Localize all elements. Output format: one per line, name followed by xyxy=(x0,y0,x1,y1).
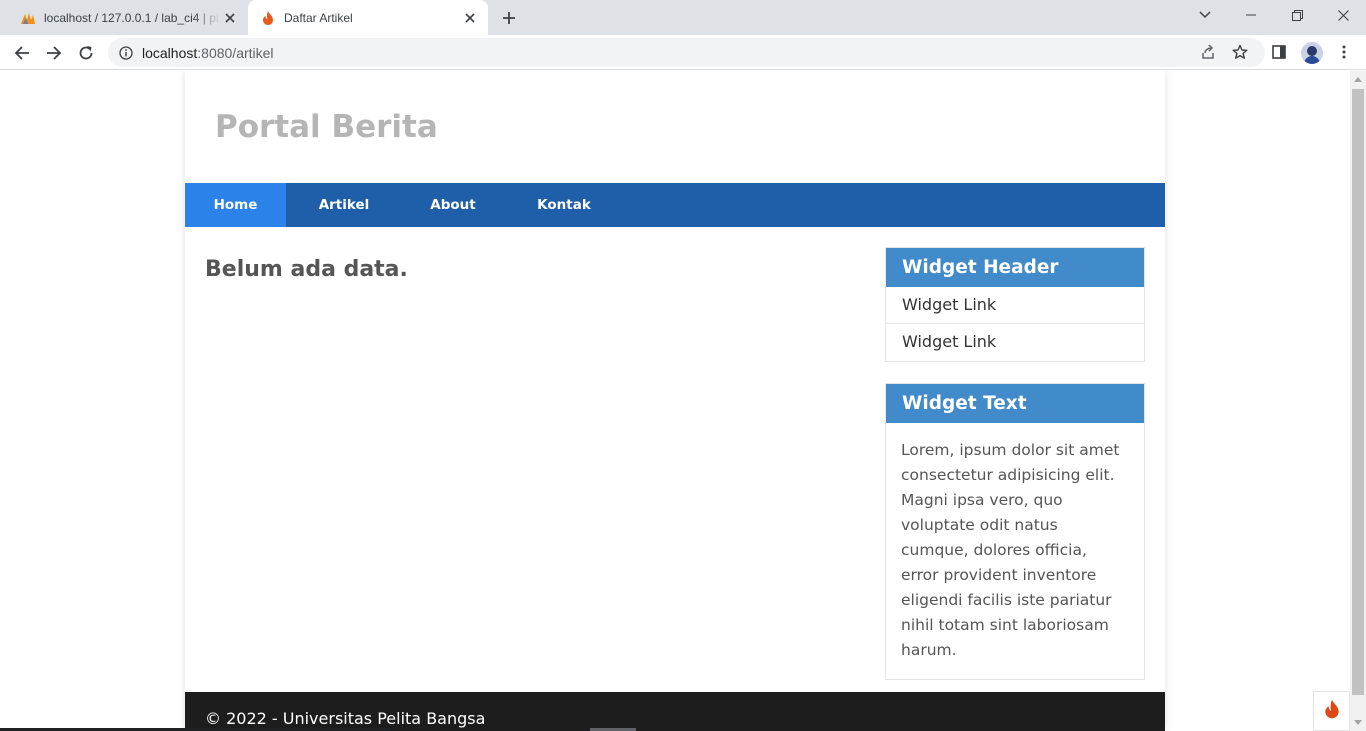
address-bar[interactable]: localhost:8080/artikel xyxy=(108,38,1265,67)
widget-link[interactable]: Widget Link xyxy=(886,324,1144,361)
nav-home[interactable]: Home xyxy=(185,183,286,227)
tab-title: Daftar Artikel xyxy=(284,10,353,25)
main-nav: Home Artikel About Kontak xyxy=(185,183,1165,227)
browser-tab-phpmyadmin[interactable]: localhost / 127.0.0.1 / lab_ci4 | phpMyA… xyxy=(8,0,248,35)
browser-tab-daftar-artikel[interactable]: Daftar Artikel xyxy=(248,0,488,35)
page-scrollbar[interactable] xyxy=(1350,71,1366,731)
widget-link[interactable]: Widget Link xyxy=(886,287,1144,324)
codeigniter-flame-icon xyxy=(260,10,276,26)
tab-search-icon[interactable] xyxy=(1182,0,1228,30)
widget-links: Widget Header Widget Link Widget Link xyxy=(885,247,1145,362)
browser-toolbar: localhost:8080/artikel xyxy=(0,35,1366,70)
side-panel-icon[interactable] xyxy=(1269,42,1289,62)
site-info-icon[interactable] xyxy=(118,45,134,61)
close-tab-icon[interactable] xyxy=(220,8,240,28)
widget-text-body: Lorem, ipsum dolor sit amet consectetur … xyxy=(901,441,1120,659)
tab-title: localhost / 127.0.0.1 / lab_ci4 | phpMyA… xyxy=(44,10,220,25)
codeigniter-debug-toolbar-button[interactable] xyxy=(1313,691,1350,731)
reload-icon[interactable] xyxy=(73,40,99,66)
menu-kebab-icon[interactable] xyxy=(1334,42,1354,62)
widget-text: Widget Text Lorem, ipsum dolor sit amet … xyxy=(885,383,1145,680)
empty-state-message: Belum ada data. xyxy=(205,257,408,282)
site-title: Portal Berita xyxy=(215,109,438,145)
bookmark-star-icon[interactable] xyxy=(1230,42,1250,62)
widget-text-title: Widget Text xyxy=(886,384,1144,423)
close-window-icon[interactable] xyxy=(1320,0,1366,30)
scrollbar-thumb[interactable] xyxy=(1352,89,1364,695)
site-header: Portal Berita xyxy=(185,71,1165,183)
browser-tab-strip: localhost / 127.0.0.1 / lab_ci4 | phpMyA… xyxy=(0,0,1366,35)
site-footer: © 2022 - Universitas Pelita Bangsa xyxy=(185,692,1165,731)
codeigniter-flame-icon xyxy=(1324,699,1340,724)
sidebar: Widget Header Widget Link Widget Link Wi… xyxy=(885,247,1145,701)
close-tab-icon[interactable] xyxy=(460,8,480,28)
forward-icon[interactable] xyxy=(41,40,67,66)
widget-header-title: Widget Header xyxy=(886,248,1144,287)
profile-avatar[interactable] xyxy=(1301,42,1323,64)
page-container: Portal Berita Home Artikel About Kontak … xyxy=(185,71,1165,731)
new-tab-icon[interactable] xyxy=(497,6,521,30)
minimize-icon[interactable] xyxy=(1228,0,1274,30)
nav-kontak[interactable]: Kontak xyxy=(504,183,624,227)
footer-copyright: © 2022 - Universitas Pelita Bangsa xyxy=(205,709,486,728)
scroll-up-icon[interactable] xyxy=(1354,77,1362,82)
page-viewport: Portal Berita Home Artikel About Kontak … xyxy=(0,71,1350,731)
nav-about[interactable]: About xyxy=(402,183,504,227)
url-text: localhost:8080/artikel xyxy=(142,44,274,61)
scroll-down-icon[interactable] xyxy=(1354,720,1362,725)
share-icon[interactable] xyxy=(1198,42,1218,62)
back-icon[interactable] xyxy=(9,40,35,66)
restore-icon[interactable] xyxy=(1274,0,1320,30)
phpmyadmin-icon xyxy=(20,10,36,26)
main-content: Belum ada data. xyxy=(205,257,408,282)
nav-artikel[interactable]: Artikel xyxy=(286,183,402,227)
